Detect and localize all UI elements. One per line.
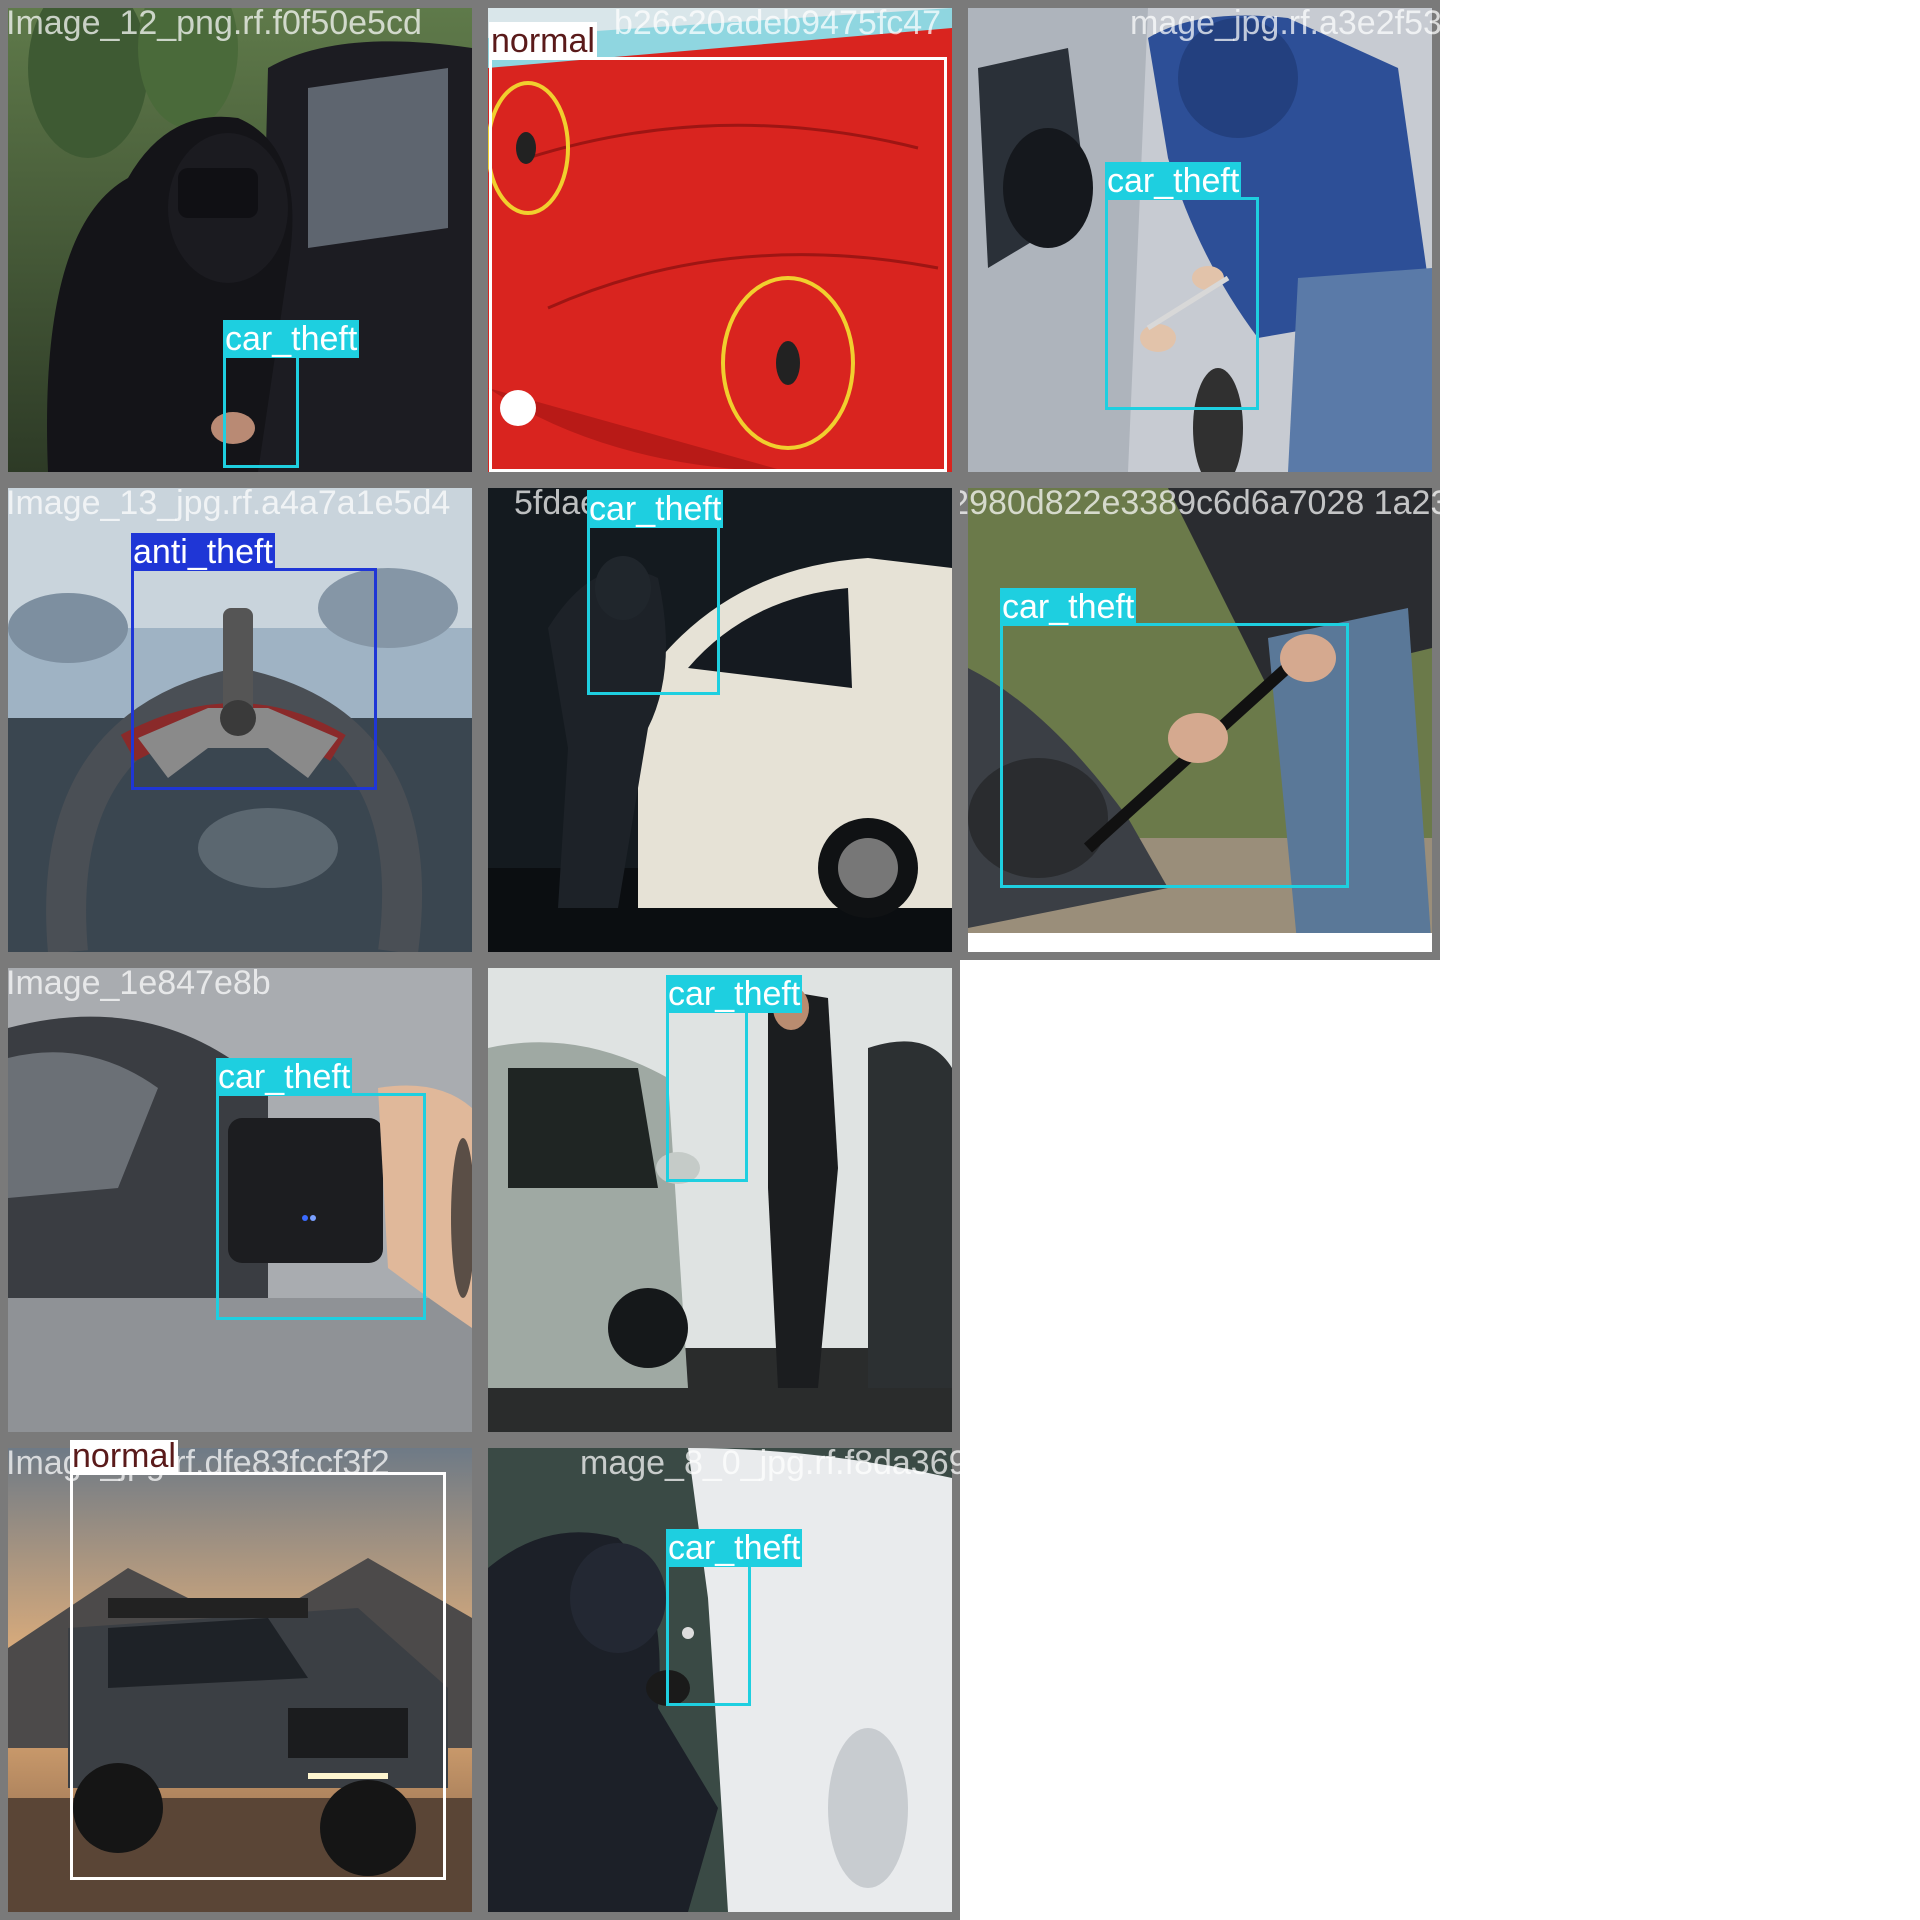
bbox-car-theft: car_theft [216,1058,426,1320]
bbox-label: normal [70,1440,178,1475]
bbox-label: car_theft [1105,162,1242,200]
bbox-car-theft: car_theft [666,975,803,1182]
bbox-label: car_theft [666,1529,803,1567]
tile-filename: Image_1e847e8b [6,964,271,1002]
bbox-car-theft: car_theft [1000,588,1349,888]
bbox-label: car_theft [216,1058,353,1096]
mosaic-tile-6: 75f12980d822e3389c6d6a7028 1a234909024bf… [960,480,1440,960]
tile-filename: Image_12_png.rf.f0f50e5cd [6,4,422,42]
bbox-anti-theft: anti_theft [131,533,377,790]
bbox-label: car_theft [1000,588,1137,626]
mosaic-tile-9: Image_jpg.rf.dfe83fccf3f2 normal [0,1440,480,1920]
tile-filename: 75f12980d822e3389c6d6a7028 1a234909024bf… [960,484,1440,522]
tile-filename: Image_13_jpg.rf.a4a7a1e5d4 [6,484,451,522]
mosaic-tile-8: d84efa55adba866904ac89 car_theft [480,960,960,1440]
bbox-label: car_theft [223,320,360,358]
mosaic-tile-10: mage_8_0_jpg.rf.f8da3697f1b32adc267de1ac… [480,1440,960,1920]
mosaic-tile-5: 5fdae car_theft [480,480,960,960]
tile-filename: mage_8_0_jpg.rf.f8da3697f1b32adc267de1ac [580,1444,960,1482]
bbox-label: normal [489,22,597,60]
bbox-car-theft: car_theft [1105,162,1259,410]
tile-filename: b26c20adeb9475fc47 [614,4,942,42]
bbox-car-theft: car_theft [587,490,724,695]
mosaic-tile-4: Image_13_jpg.rf.a4a7a1e5d4 anti_theft [0,480,480,960]
bbox-label: anti_theft [131,533,275,571]
tile-filename: mage_jpg.rf.a3e2f5302a40755185cb1111c [1130,4,1440,42]
bbox-label: car_theft [666,975,803,1013]
mosaic-tile-7: Image_1e847e8b car_theft [0,960,480,1440]
mosaic-tile-2: b26c20adeb9475fc47 normal [480,0,960,480]
bbox-normal: normal [70,1440,446,1880]
mosaic-tile-3: mage_jpg.rf.a3e2f5302a40755185cb1111c ca… [960,0,1440,480]
bbox-label: car_theft [587,490,724,528]
bbox-car-theft: car_theft [666,1529,803,1706]
mosaic-tile-1: Image_12_png.rf.f0f50e5cd car_theft [0,0,480,480]
photo-night-thief-white-car [488,488,952,952]
bbox-car-theft: car_theft [223,320,360,468]
bbox-normal: normal [489,22,947,472]
